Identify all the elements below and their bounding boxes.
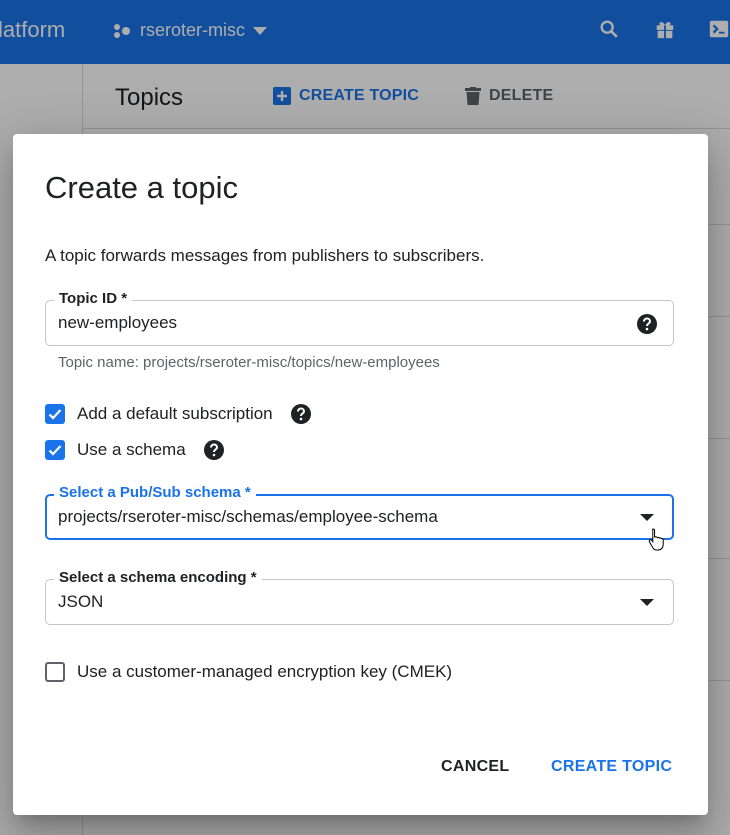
checkbox-checked-icon[interactable] (45, 440, 65, 460)
use-schema-label: Use a schema (77, 440, 186, 459)
help-icon[interactable] (290, 404, 311, 424)
checkbox-unchecked-icon[interactable] (45, 662, 65, 682)
topic-id-field[interactable]: Topic ID * new-employees (45, 290, 674, 346)
default-subscription-label: Add a default subscription (77, 404, 273, 423)
schema-encoding-select[interactable]: Select a schema encoding * JSON (45, 569, 674, 625)
hand-cursor-icon (648, 528, 664, 551)
dialog-title: Create a topic (45, 170, 238, 205)
cancel-button[interactable]: CANCEL (441, 758, 509, 776)
create-topic-dialog: Create a topic A topic forwards messages… (13, 134, 708, 815)
checkbox-checked-icon[interactable] (45, 404, 65, 424)
schema-encoding-label: Select a schema encoding * (54, 569, 262, 586)
cmek-checkbox[interactable]: Use a customer-managed encryption key (C… (45, 662, 452, 682)
schema-encoding-value: JSON (58, 592, 104, 611)
cmek-label: Use a customer-managed encryption key (C… (77, 662, 453, 681)
topic-name-hint: Topic name: projects/rseroter-misc/topic… (58, 354, 440, 371)
schema-select[interactable]: Select a Pub/Sub schema * projects/rsero… (45, 484, 674, 540)
dialog-description: A topic forwards messages from publisher… (45, 246, 485, 265)
schema-select-value: projects/rseroter-misc/schemas/employee-… (58, 507, 438, 526)
dropdown-arrow-icon[interactable] (640, 599, 654, 606)
create-topic-button[interactable]: CREATE TOPIC (551, 758, 672, 776)
help-icon[interactable] (637, 314, 657, 334)
help-icon[interactable] (203, 440, 224, 460)
topic-id-value: new-employees (58, 313, 178, 332)
dropdown-arrow-icon[interactable] (640, 514, 654, 521)
default-subscription-checkbox[interactable]: Add a default subscription (45, 404, 311, 424)
topic-id-label: Topic ID * (54, 290, 133, 307)
use-schema-checkbox[interactable]: Use a schema (45, 440, 224, 460)
schema-select-label: Select a Pub/Sub schema * (54, 484, 256, 501)
